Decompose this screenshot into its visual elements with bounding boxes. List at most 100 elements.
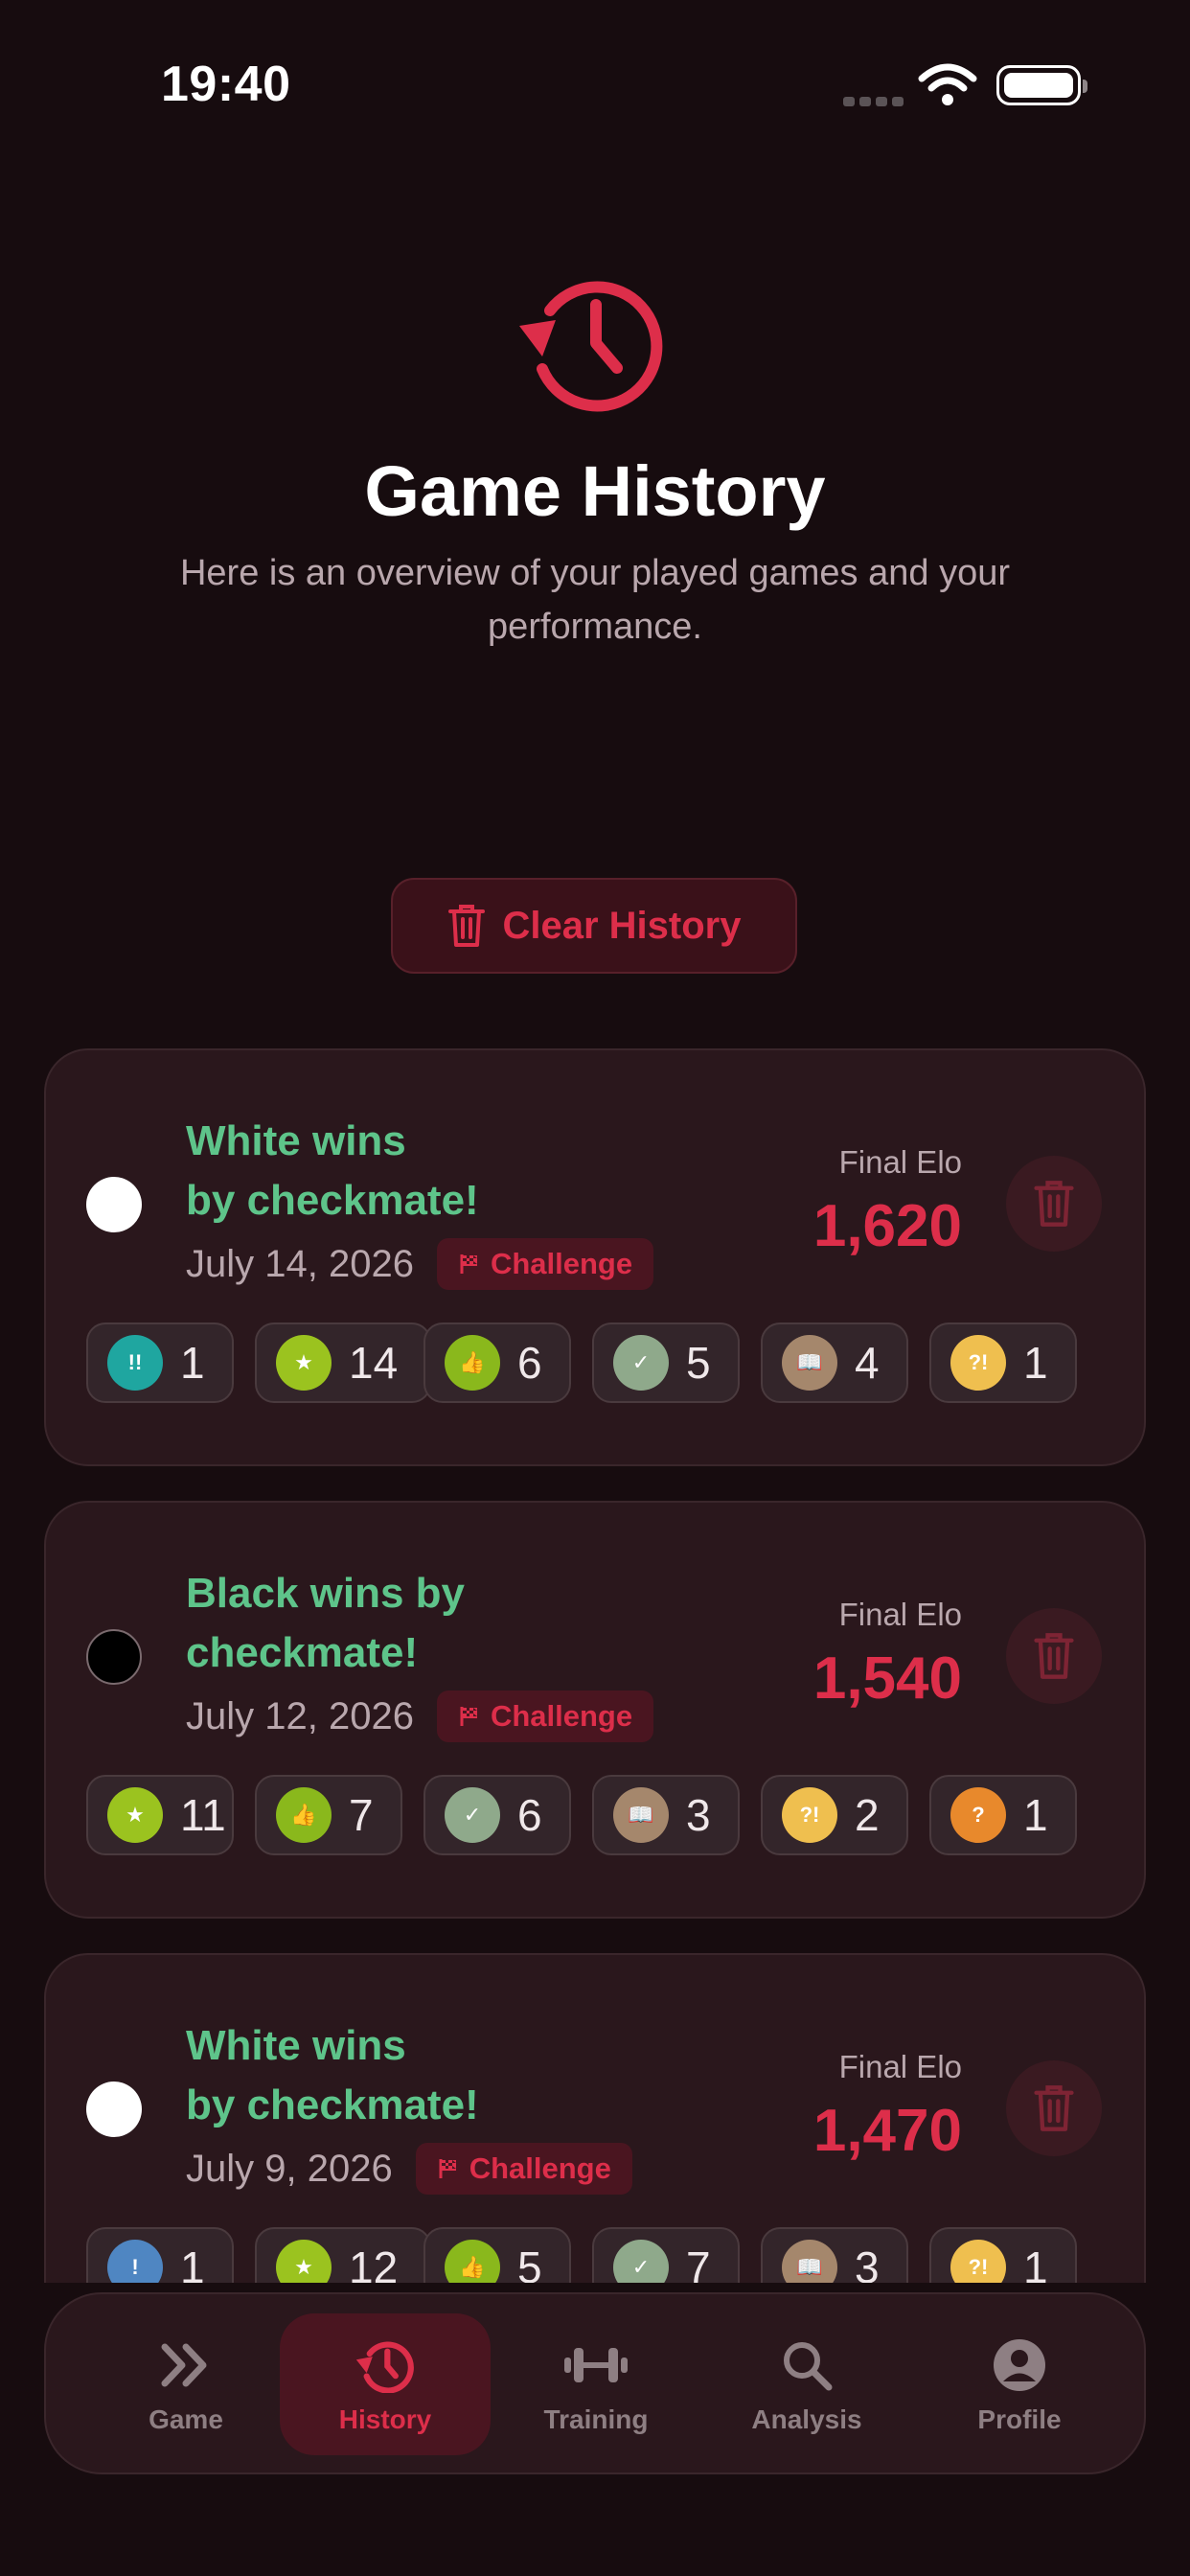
star-icon: ★	[107, 1787, 163, 1843]
tab-profile-label: Profile	[977, 2404, 1062, 2434]
game-result-line1: Black wins by	[186, 1570, 466, 1617]
move-stat: ! 1	[86, 2227, 234, 2283]
flag-icon	[439, 2159, 456, 2178]
move-stat: ★ 11	[86, 1775, 234, 1855]
game-result-line1: White wins	[186, 1117, 406, 1164]
mode-badge: Challenge	[415, 2143, 632, 2195]
trash-icon	[1034, 2085, 1074, 2131]
profile-icon	[994, 2339, 1045, 2391]
delete-game-button[interactable]	[1006, 1156, 1102, 1252]
game-result-line2: checkmate!	[186, 1629, 419, 1676]
check-icon: ✓	[445, 1787, 500, 1843]
move-stat-count: 2	[855, 1790, 880, 1840]
game-result: White wins by checkmate!	[186, 1112, 531, 1230]
book-icon: 📖	[613, 1787, 669, 1843]
flag-icon	[460, 1707, 477, 1726]
move-stat-count: 1	[180, 2242, 205, 2283]
game-date: July 14, 2026	[186, 1242, 414, 1285]
move-stat: !! 1	[86, 1322, 234, 1403]
move-stat: ★ 14	[255, 1322, 431, 1403]
move-stat-count: 1	[180, 1338, 205, 1388]
move-stat: ✓ 5	[592, 1322, 740, 1403]
check-icon: ✓	[613, 1335, 669, 1391]
tab-analysis-label: Analysis	[751, 2404, 862, 2434]
chevrons-icon	[161, 2343, 207, 2387]
move-stat: ?! 1	[929, 1322, 1077, 1403]
game-card[interactable]: Black wins by checkmate! July 12, 2026 Chal…	[44, 1501, 1146, 1919]
move-stat: 📖 4	[761, 1322, 908, 1403]
elo-value: 1,540	[812, 1645, 962, 1712]
move-stat-count: 14	[349, 1338, 399, 1388]
delete-game-button[interactable]	[1006, 1608, 1102, 1704]
game-date: July 9, 2026	[186, 2147, 393, 2190]
elo-value: 1,470	[812, 2098, 962, 2164]
elo-value: 1,620	[812, 1193, 962, 1259]
move-stat: 📖 3	[761, 2227, 908, 2283]
game-result-line1: White wins	[186, 2022, 406, 2069]
move-stat-count: 6	[517, 1338, 542, 1388]
thumbs-up-icon: 👍	[276, 1787, 332, 1843]
move-stat-count: 6	[517, 1790, 542, 1840]
move-stat-count: 4	[855, 1338, 880, 1388]
elo-label: Final Elo	[838, 2049, 962, 2084]
thumbs-up-icon: 👍	[445, 1335, 500, 1391]
move-stat: 👍 6	[423, 1322, 571, 1403]
trash-icon	[1034, 1633, 1074, 1679]
history-icon	[355, 2341, 414, 2393]
game-card[interactable]: White wins by checkmate! July 14, 2026 Chal…	[44, 1048, 1146, 1466]
mode-label: Challenge	[490, 1247, 633, 1280]
game-meta: July 9, 2026 Challenge	[186, 2143, 632, 2195]
interesting-icon: !	[107, 2240, 163, 2283]
book-icon: 📖	[782, 2240, 837, 2283]
move-stat-count: 3	[686, 1790, 711, 1840]
move-stat: ? 1	[929, 1775, 1077, 1855]
move-stat: ✓ 7	[592, 2227, 740, 2283]
game-list: White wins by checkmate! July 14, 2026 Chal…	[0, 0, 1190, 2283]
white-piece-icon	[86, 2082, 142, 2137]
game-result: Black wins by checkmate!	[186, 1564, 531, 1683]
game-result-line2: by checkmate!	[186, 1177, 479, 1224]
trash-icon	[1034, 1181, 1074, 1227]
move-stat: ✓ 6	[423, 1775, 571, 1855]
move-stat-count: 7	[686, 2242, 711, 2283]
white-piece-icon	[86, 1177, 142, 1232]
elo-label: Final Elo	[838, 1597, 962, 1632]
book-icon: 📖	[782, 1335, 837, 1391]
move-stat-count: 7	[349, 1790, 374, 1840]
tab-game-label: Game	[149, 2404, 223, 2434]
dubious-icon: ?!	[950, 2240, 1006, 2283]
star-icon: ★	[276, 2240, 332, 2283]
check-icon: ✓	[613, 2240, 669, 2283]
move-stat-count: 11	[180, 1790, 226, 1840]
tab-training[interactable]: Training	[491, 2313, 701, 2455]
move-stat-count: 1	[1023, 1790, 1048, 1840]
search-icon	[784, 2342, 833, 2391]
star-icon: ★	[276, 1335, 332, 1391]
tab-bar: Game History Training Analysis Profile	[44, 2292, 1146, 2474]
move-stat-count: 1	[1023, 1338, 1048, 1388]
tab-history-label: History	[338, 2404, 432, 2434]
mode-badge: Challenge	[436, 1690, 654, 1742]
move-stat-count: 12	[349, 2242, 399, 2283]
tab-game[interactable]: Game	[80, 2313, 291, 2455]
move-stat: 👍 5	[423, 2227, 571, 2283]
game-date: July 12, 2026	[186, 1694, 414, 1737]
delete-game-button[interactable]	[1006, 2060, 1102, 2156]
dubious-icon: ?!	[950, 1335, 1006, 1391]
mode-badge: Challenge	[436, 1238, 654, 1290]
move-stat: 👍 7	[255, 1775, 402, 1855]
move-stat-count: 5	[517, 2242, 542, 2283]
brilliant-icon: !!	[107, 1335, 163, 1391]
game-result: White wins by checkmate!	[186, 2016, 531, 2135]
game-meta: July 14, 2026 Challenge	[186, 1238, 654, 1290]
move-stat: ?! 1	[929, 2227, 1077, 2283]
elo-label: Final Elo	[838, 1144, 962, 1180]
dumbbell-icon	[564, 2348, 628, 2382]
move-stat-count: 1	[1023, 2242, 1048, 2283]
tab-analysis[interactable]: Analysis	[701, 2313, 912, 2455]
tab-history[interactable]: History	[280, 2313, 491, 2455]
move-stat: ★ 12	[255, 2227, 431, 2283]
game-meta: July 12, 2026 Challenge	[186, 1690, 654, 1742]
tab-profile[interactable]: Profile	[914, 2313, 1125, 2455]
game-card[interactable]: White wins by checkmate! July 9, 2026 Chall…	[44, 1953, 1146, 2283]
